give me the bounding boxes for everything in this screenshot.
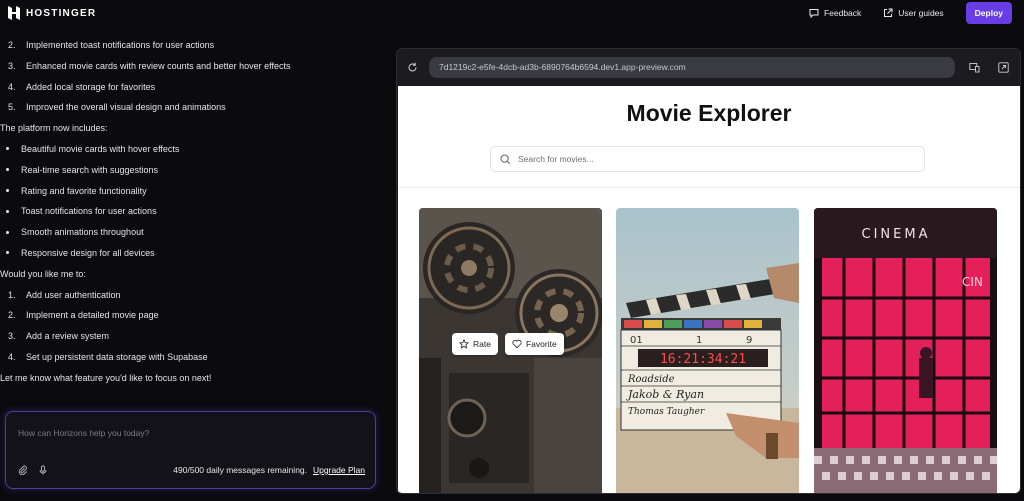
- chat-list-item: 2. Implement a detailed movie page: [8, 310, 159, 320]
- chat-text: Improved the overall visual design and a…: [26, 102, 226, 113]
- chat-text: Real-time search with suggestions: [21, 164, 159, 175]
- search-input[interactable]: [518, 154, 898, 164]
- chat-list-item: Toast notifications for user actions: [0, 206, 157, 216]
- composer-placeholder[interactable]: How can Horizons help you today?: [18, 428, 149, 438]
- list-number: 4.: [8, 352, 16, 362]
- movie-card[interactable]: 16:21:34:21 01 1 9 Roadside Jakob & Ryan…: [616, 208, 799, 493]
- chat-paragraph: The platform now includes:: [0, 123, 108, 133]
- hostinger-logo-icon: [8, 6, 20, 20]
- bullet-dot: [6, 168, 9, 172]
- chat-text: Add a review system: [26, 331, 110, 342]
- clapper-line2: Jakob & Ryan: [626, 388, 704, 401]
- timecode-text: 16:21:34:21: [660, 352, 746, 367]
- movie-explorer-app: Movie Explorer Search for movies... Rate…: [398, 86, 1020, 493]
- list-number: 2.: [8, 40, 16, 50]
- chat-text: Toast notifications for user actions: [21, 206, 157, 217]
- cinema-image: CINEMA CIN: [814, 208, 997, 493]
- feedback-label: Feedback: [823, 8, 862, 18]
- clapper-roll: 9: [746, 335, 752, 346]
- chat-text: Implement a detailed movie page: [26, 310, 159, 321]
- list-number: 2.: [8, 310, 16, 321]
- movie-search[interactable]: [490, 146, 925, 172]
- header-divider: [398, 187, 1020, 188]
- open-new-window-icon[interactable]: [998, 61, 1009, 73]
- star-icon: [459, 339, 469, 349]
- preview-panel: 7d1219c2-e5fe-4dcb-ad3b-6890764b6594.dev…: [396, 48, 1021, 494]
- chat-paragraph: Let me know what feature you'd like to f…: [0, 373, 211, 383]
- movie-card[interactable]: CINEMA CIN: [814, 208, 997, 493]
- upgrade-plan-link[interactable]: Upgrade Plan: [313, 465, 365, 475]
- user-guides-label: User guides: [898, 8, 944, 18]
- clapper-scene: 01: [630, 335, 643, 346]
- message-quota: 490/500 daily messages remaining.: [173, 465, 308, 475]
- refresh-icon[interactable]: [407, 62, 418, 73]
- brand-name: HOSTINGER: [26, 7, 97, 19]
- list-number: 3.: [8, 331, 16, 342]
- bullet-dot: [6, 251, 9, 255]
- chat-text: Beautiful movie cards with hover effects: [21, 144, 180, 154]
- chat-text: Responsive design for all devices: [21, 248, 155, 258]
- device-toggle-icon[interactable]: [969, 62, 980, 73]
- cinema-sign: CINEMA: [862, 227, 931, 242]
- chat-text: The platform now includes:: [0, 123, 108, 134]
- bullet-dot: [6, 188, 9, 192]
- search-icon: [500, 153, 511, 164]
- chat-paragraph: Would you like me to:: [0, 269, 86, 279]
- clapper-take: 1: [696, 335, 702, 346]
- chat-list-item: Real-time search with suggestions: [0, 165, 158, 175]
- microphone-icon[interactable]: [38, 465, 48, 475]
- chat-text: Added local storage for favorites: [26, 81, 156, 92]
- heart-icon: [512, 339, 522, 349]
- list-number: 3.: [8, 60, 16, 71]
- chat-list-item: 2. Implemented toast notifications for us…: [8, 40, 214, 50]
- chat-list-item: 4. Set up persistent data storage with Su…: [8, 352, 208, 362]
- external-link-icon: [884, 8, 893, 17]
- rate-label: Rate: [473, 339, 491, 349]
- chat-text: Enhanced movie cards with review counts …: [26, 60, 291, 71]
- chat-list-item: 1. Add user authentication: [8, 290, 121, 300]
- chat-list-item: 4. Added local storage for favorites: [8, 82, 155, 92]
- chat-text: Let me know what feature you'd like to f…: [0, 372, 212, 383]
- bullet-dot: [6, 209, 9, 213]
- user-guides-button[interactable]: User guides: [883, 8, 944, 18]
- chat-text: Would you like me to:: [0, 268, 86, 279]
- chat-list-item: Responsive design for all devices: [0, 248, 155, 258]
- list-number: 5.: [8, 102, 16, 113]
- paperclip-icon[interactable]: [18, 465, 28, 475]
- chat-text: Add user authentication: [26, 289, 121, 300]
- feedback-button[interactable]: Feedback: [809, 8, 861, 18]
- bullet-dot: [6, 147, 9, 151]
- bullet-dot: [6, 230, 9, 234]
- cinema-side-sign: CIN: [962, 275, 983, 289]
- rate-button[interactable]: Rate: [452, 333, 498, 355]
- chat-list-item: Smooth animations throughout: [0, 227, 144, 237]
- preview-url[interactable]: 7d1219c2-e5fe-4dcb-ad3b-6890764b6594.dev…: [429, 56, 955, 78]
- chat-bubble-icon: [809, 9, 819, 18]
- top-bar: HOSTINGER Feedback User guides Deploy: [0, 0, 1024, 26]
- movie-card[interactable]: Rate Favorite: [419, 208, 602, 493]
- chat-list-item: 5. Improved the overall visual design and…: [8, 102, 226, 112]
- chat-text: Rating and favorite functionality: [21, 185, 147, 196]
- clapper-line3: Thomas Taugher: [628, 407, 705, 417]
- chat-text: Set up persistent data storage with Supa…: [26, 352, 208, 362]
- chat-list-item: 3. Enhanced movie cards with review count…: [8, 61, 290, 71]
- clapperboard-image: 16:21:34:21 01 1 9 Roadside Jakob & Ryan…: [616, 208, 799, 493]
- list-number: 1.: [8, 289, 16, 300]
- chat-text: Implemented toast notifications for user…: [26, 40, 215, 50]
- message-composer[interactable]: How can Horizons help you today? 490/500…: [5, 411, 376, 489]
- chat-list-item: Rating and favorite functionality: [0, 186, 147, 196]
- list-number: 4.: [8, 81, 16, 92]
- favorite-label: Favorite: [525, 339, 557, 349]
- preview-url-bar: 7d1219c2-e5fe-4dcb-ad3b-6890764b6594.dev…: [397, 49, 1020, 85]
- chat-transcript: 2. Implemented toast notifications for us…: [0, 40, 385, 400]
- chat-list-item: 3. Add a review system: [8, 331, 109, 341]
- chat-text: Smooth animations throughout: [21, 227, 144, 238]
- page-title: Movie Explorer: [626, 100, 792, 126]
- hostinger-logo[interactable]: HOSTINGER: [8, 6, 96, 20]
- clapper-line1: Roadside: [627, 374, 675, 385]
- chat-list-item: Beautiful movie cards with hover effects: [0, 144, 179, 154]
- deploy-button[interactable]: Deploy: [965, 2, 1012, 24]
- favorite-button[interactable]: Favorite: [504, 333, 564, 355]
